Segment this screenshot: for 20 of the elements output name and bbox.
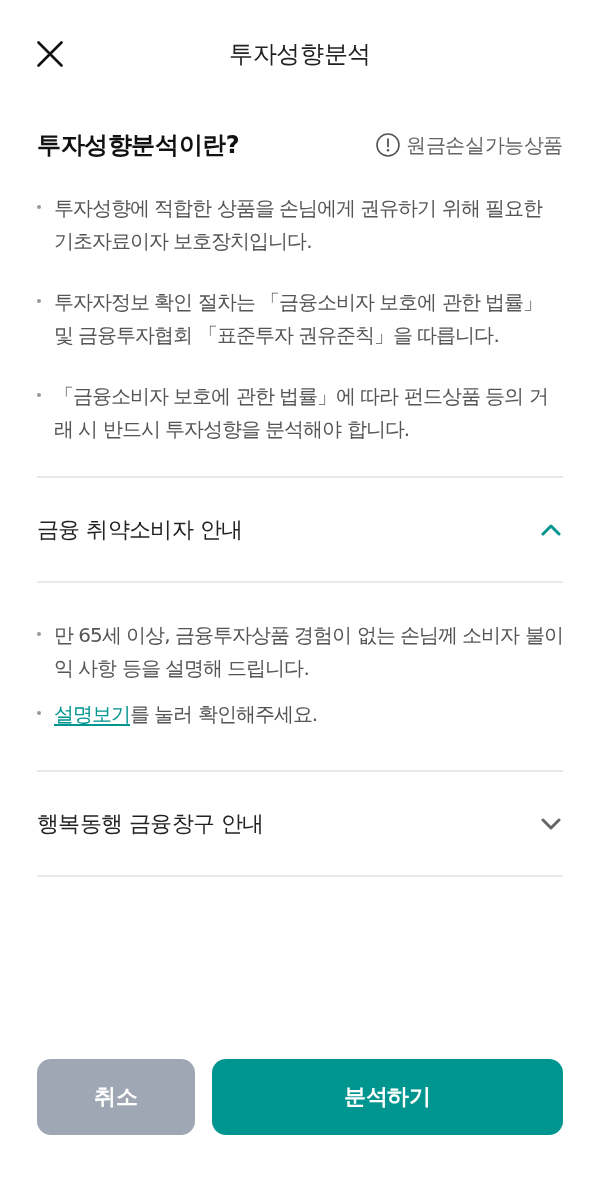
bullet-icon — [37, 632, 41, 636]
bullet-text: 만 65세 이상, 금융투자상품 경험이 없는 손님께 소비자 불이익 사항 등을 설명해 드립니다. — [54, 622, 563, 682]
accordion-header[interactable]: 행복동행 금융창구 안내 — [37, 772, 563, 875]
info-icon — [376, 133, 401, 157]
section-title: 투자성향분석이란? — [37, 130, 240, 161]
bullet-icon — [37, 299, 41, 303]
close-icon[interactable] — [37, 41, 63, 67]
bullet-text: 설명보기를 눌러 확인해주세요. — [54, 701, 319, 728]
page-title: 투자성향분석 — [228, 39, 372, 70]
bullet-text: 투자성향에 적합한 상품을 손님에게 권유하기 위해 필요한 기초자료이자 보호장치입니다. — [54, 195, 544, 255]
bullet-text: 「금융소비자 보호에 관한 법률」에 따라 펀드상품 등의 거래 시 반드시 투자성향을 분석해야 합니다. — [54, 383, 549, 443]
bullet-text: 투자자정보 확인 절차는 「금융소비자 보호에 관한 법률」 및 금융투자협회 「표준투자 권유준칙」을 따릅니다. — [54, 289, 544, 349]
explanation-link[interactable]: 설명보기 — [54, 702, 130, 726]
accordion-header[interactable]: 금융 취약소비자 안내 — [37, 478, 563, 581]
bullet-icon — [37, 393, 41, 397]
bullet-icon — [37, 205, 41, 209]
analyze-button[interactable]: 분석하기 — [212, 1059, 563, 1135]
bullet-icon — [37, 711, 41, 715]
notice-label: 원금손실가능상품 — [406, 132, 563, 159]
cancel-button[interactable]: 취소 — [37, 1059, 195, 1135]
